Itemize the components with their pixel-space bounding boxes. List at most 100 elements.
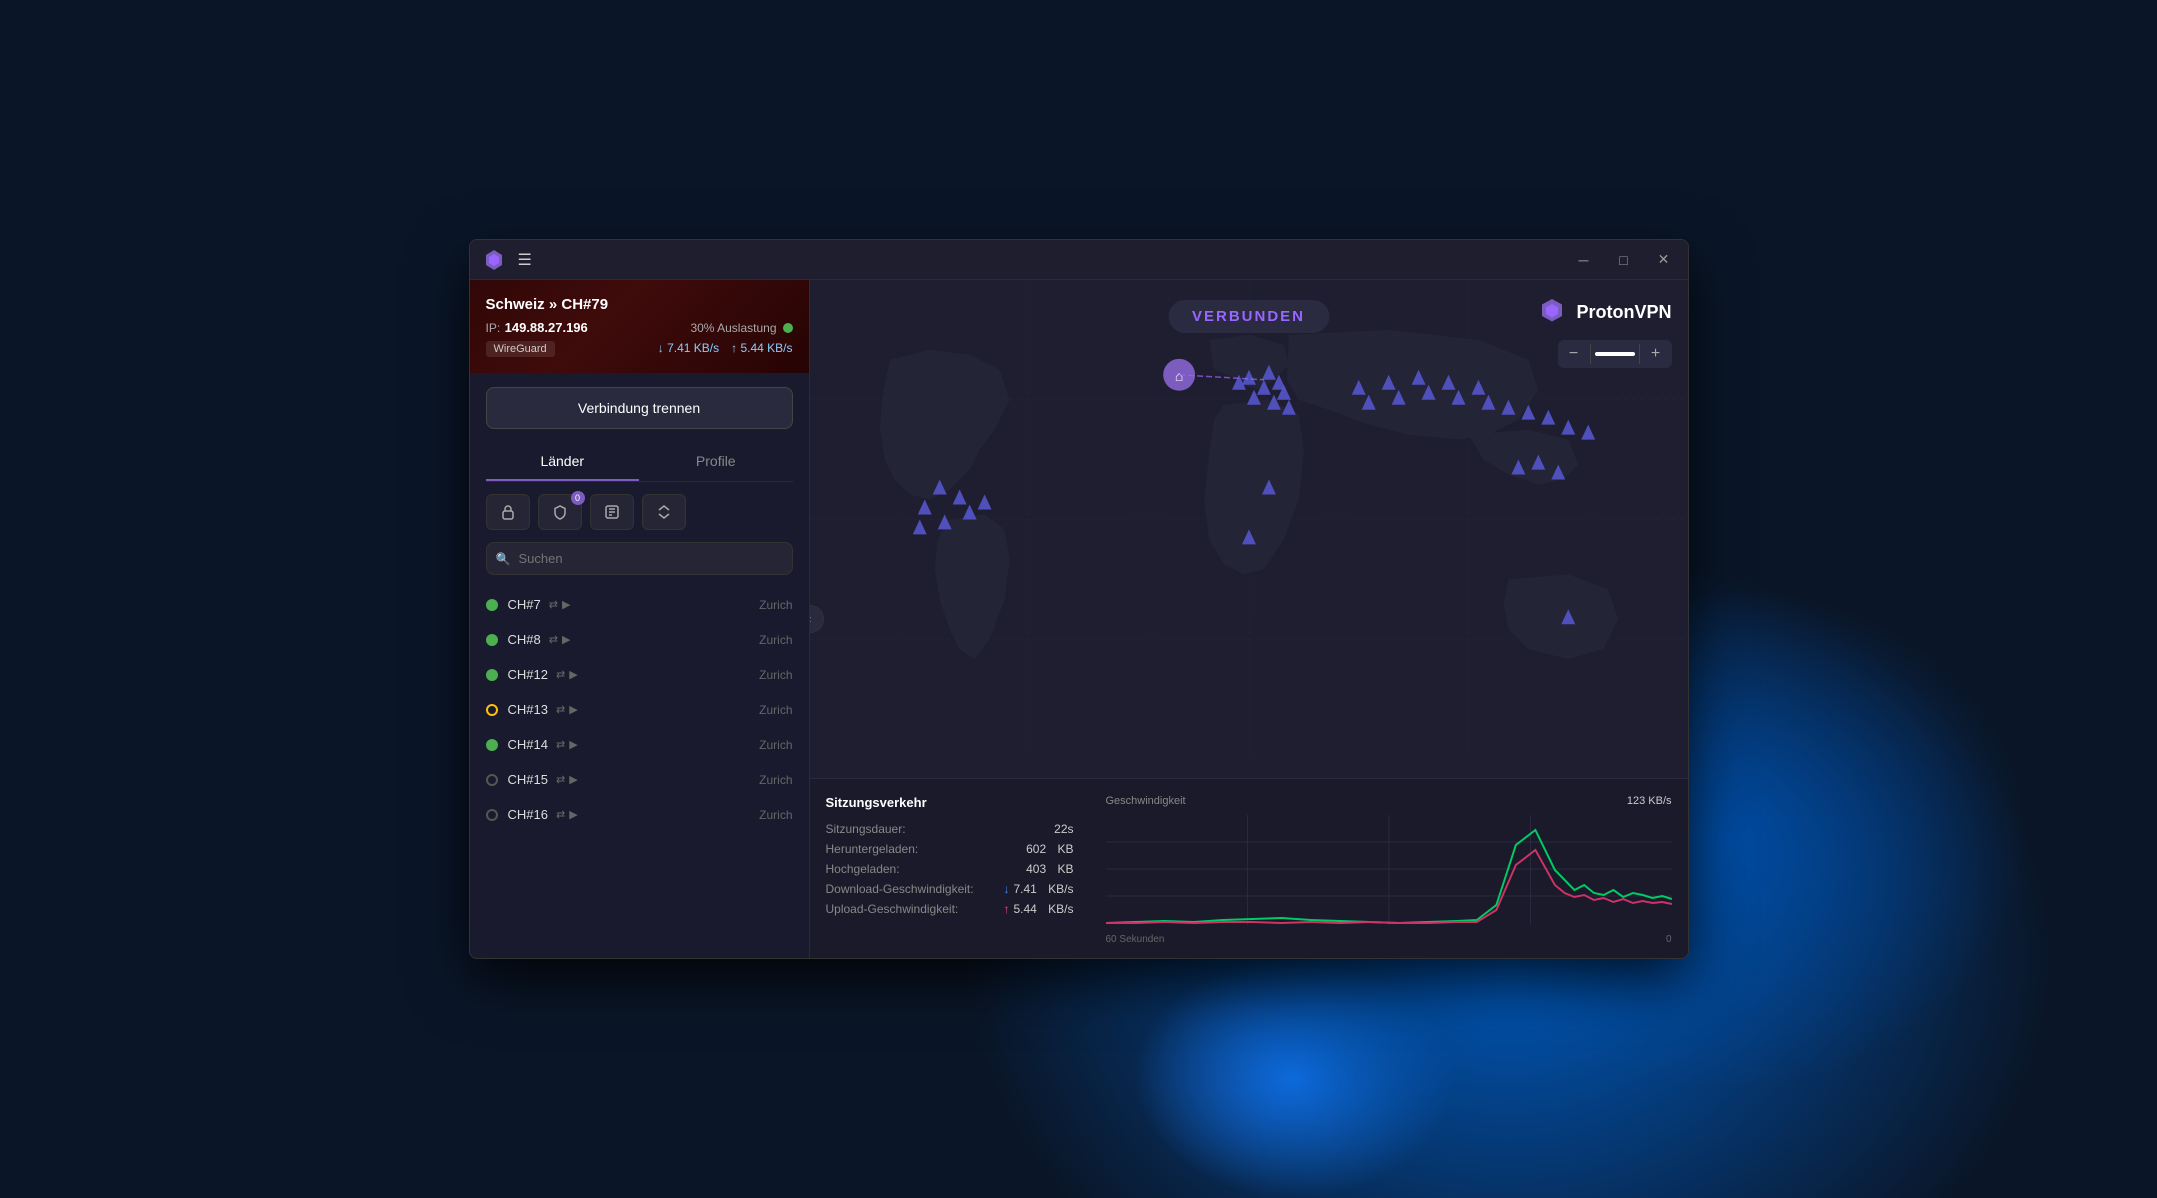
server-location: Zurich xyxy=(759,703,792,717)
titlebar-left: ☰ xyxy=(482,248,532,272)
stat-value-duration: 22s xyxy=(1054,822,1073,836)
stats-title: Sitzungsverkehr xyxy=(826,795,1074,810)
stat-label-ul-speed: Upload-Geschwindigkeit: xyxy=(826,902,959,916)
zoom-bar[interactable] xyxy=(1595,352,1635,356)
tab-bar: Länder Profile xyxy=(486,443,793,482)
filter-arrow-button[interactable] xyxy=(642,494,686,530)
stat-row-ul-speed: Upload-Geschwindigkeit: ↑ 5.44 KB/s xyxy=(826,902,1074,916)
zoom-in-button[interactable]: + xyxy=(1640,340,1672,368)
server-location: Zurich xyxy=(759,773,792,787)
stat-label-uploaded: Hochgeladen: xyxy=(826,862,900,876)
stat-label-duration: Sitzungsdauer: xyxy=(826,822,906,836)
stats-right: Geschwindigkeit 123 KB/s xyxy=(1090,779,1688,958)
search-input[interactable] xyxy=(486,542,793,575)
search-bar: 🔍 xyxy=(486,542,793,575)
server-name-text: CH#8 ⇄ ▶ xyxy=(508,632,750,647)
stat-label-dl-speed: Download-Geschwindigkeit: xyxy=(826,882,974,896)
server-action-icons: ⇄ ▶ xyxy=(556,808,578,821)
recycle-icon: ⇄ xyxy=(549,633,558,646)
search-icon: 🔍 xyxy=(496,552,511,566)
stat-value-downloaded: 602 KB xyxy=(1026,842,1073,856)
server-item-ch15[interactable]: CH#15 ⇄ ▶ Zurich xyxy=(470,762,809,797)
server-name-text: CH#14 ⇄ ▶ xyxy=(508,737,750,752)
zoom-divider xyxy=(1590,344,1591,364)
recycle-icon: ⇄ xyxy=(556,808,565,821)
hamburger-icon[interactable]: ☰ xyxy=(518,250,532,270)
server-name-text: CH#7 ⇄ ▶ xyxy=(508,597,750,612)
filter-shield-button[interactable]: 0 xyxy=(538,494,582,530)
server-list: CH#7 ⇄ ▶ Zurich CH#8 ⇄ ▶ xyxy=(470,583,809,958)
play-icon: ▶ xyxy=(569,668,577,681)
server-item-ch12[interactable]: CH#12 ⇄ ▶ Zurich xyxy=(470,657,809,692)
protonvpn-logo-icon xyxy=(1536,296,1568,328)
server-item-ch7[interactable]: CH#7 ⇄ ▶ Zurich xyxy=(470,587,809,622)
server-item-ch13[interactable]: CH#13 ⇄ ▶ Zurich xyxy=(470,692,809,727)
tab-countries[interactable]: Länder xyxy=(486,443,640,481)
stat-row-duration: Sitzungsdauer: 22s xyxy=(826,822,1074,836)
server-name: Schweiz » CH#79 xyxy=(486,296,793,313)
stat-label-downloaded: Heruntergeladen: xyxy=(826,842,919,856)
main-window: ☰ ─ □ ✕ Schweiz » CH#79 IP: 149.88.27.19… xyxy=(469,239,1689,959)
ip-address: 149.88.27.196 xyxy=(505,320,588,335)
play-icon: ▶ xyxy=(562,633,570,646)
server-name-text: CH#12 ⇄ ▶ xyxy=(508,667,750,682)
stat-value-dl-speed: ↓ 7.41 KB/s xyxy=(1003,882,1073,896)
server-name-text: CH#16 ⇄ ▶ xyxy=(508,807,750,822)
server-location: Zurich xyxy=(759,668,792,682)
server-name-text: CH#13 ⇄ ▶ xyxy=(508,702,750,717)
connected-status: VERBUNDEN xyxy=(1168,300,1329,333)
right-panel: ‹ xyxy=(810,280,1688,958)
stats-panel: Sitzungsverkehr Sitzungsdauer: 22s Herun… xyxy=(810,778,1688,958)
stat-row-downloaded: Heruntergeladen: 602 KB xyxy=(826,842,1074,856)
load-dot-indicator xyxy=(783,323,793,333)
server-item-ch16[interactable]: CH#16 ⇄ ▶ Zurich xyxy=(470,797,809,832)
stat-value-uploaded: 403 KB xyxy=(1026,862,1073,876)
play-icon: ▶ xyxy=(569,738,577,751)
server-status-dot xyxy=(486,774,498,786)
server-action-icons: ⇄ ▶ xyxy=(549,598,571,611)
stat-row-dl-speed: Download-Geschwindigkeit: ↓ 7.41 KB/s xyxy=(826,882,1074,896)
server-status-dot xyxy=(486,809,498,821)
protocol-badge: WireGuard xyxy=(486,341,555,357)
chart-label: Geschwindigkeit xyxy=(1106,795,1186,807)
stats-left: Sitzungsverkehr Sitzungsdauer: 22s Herun… xyxy=(810,779,1090,958)
download-speed: ↓ 7.41 KB/s xyxy=(658,341,719,357)
connection-details: IP: 149.88.27.196 30% Auslastung xyxy=(486,319,793,337)
proton-logo-icon xyxy=(482,248,506,272)
server-item-ch14[interactable]: CH#14 ⇄ ▶ Zurich xyxy=(470,727,809,762)
load-text: 30% Auslastung xyxy=(690,321,776,335)
server-item-ch8[interactable]: CH#8 ⇄ ▶ Zurich xyxy=(470,622,809,657)
brand-name-text: ProtonVPN xyxy=(1576,302,1671,323)
filter-bar: 0 xyxy=(470,482,809,542)
chart-footer: 60 Sekunden 0 xyxy=(1106,934,1672,945)
recycle-icon: ⇄ xyxy=(556,738,565,751)
ip-label: IP: xyxy=(486,321,501,335)
brand-logo: ProtonVPN xyxy=(1536,296,1671,328)
play-icon: ▶ xyxy=(562,598,570,611)
close-button[interactable]: ✕ xyxy=(1652,248,1676,272)
maximize-button[interactable]: □ xyxy=(1612,248,1636,272)
recycle-icon: ⇄ xyxy=(556,668,565,681)
stat-row-uploaded: Hochgeladen: 403 KB xyxy=(826,862,1074,876)
minimize-button[interactable]: ─ xyxy=(1572,248,1596,272)
chart-max-value: 123 KB/s xyxy=(1627,795,1672,807)
tab-profiles[interactable]: Profile xyxy=(639,443,793,481)
play-icon: ▶ xyxy=(569,808,577,821)
server-action-icons: ⇄ ▶ xyxy=(556,738,578,751)
left-panel: Schweiz » CH#79 IP: 149.88.27.196 30% Au… xyxy=(470,280,810,958)
recycle-icon: ⇄ xyxy=(556,773,565,786)
filter-edit-button[interactable] xyxy=(590,494,634,530)
filter-lock-button[interactable] xyxy=(486,494,530,530)
server-status-dot xyxy=(486,704,498,716)
disconnect-button[interactable]: Verbindung trennen xyxy=(486,387,793,429)
server-action-icons: ⇄ ▶ xyxy=(556,668,578,681)
server-name-text: CH#15 ⇄ ▶ xyxy=(508,772,750,787)
stat-value-ul-speed: ↑ 5.44 KB/s xyxy=(1003,902,1073,916)
zoom-out-button[interactable]: − xyxy=(1558,340,1590,368)
speeds-display: ↓ 7.41 KB/s ↑ 5.44 KB/s xyxy=(658,341,793,357)
up-arrow-icon: ↑ xyxy=(1003,902,1009,916)
chart-time-end: 0 xyxy=(1666,934,1672,945)
server-location: Zurich xyxy=(759,808,792,822)
svg-text:⌂: ⌂ xyxy=(1174,368,1182,384)
recycle-icon: ⇄ xyxy=(549,598,558,611)
